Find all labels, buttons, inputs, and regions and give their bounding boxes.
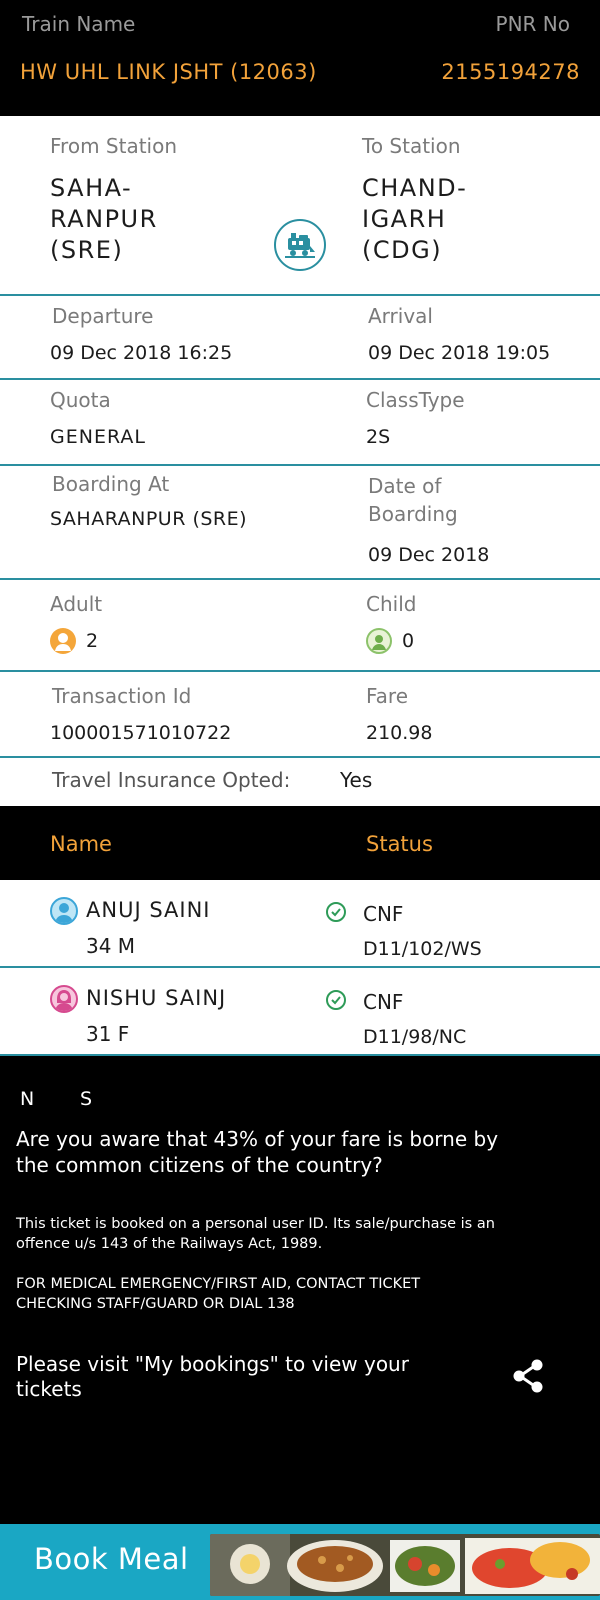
divider [0, 294, 600, 296]
adult-icon [50, 628, 76, 654]
personal-id-notice: This ticket is booked on a personal user… [16, 1214, 495, 1254]
ticket-header: Train Name PNR No HW UHL LINK JSHT (1206… [0, 0, 600, 116]
berth-info: D11/102/WS [363, 938, 482, 960]
adult-label: Adult [50, 592, 103, 616]
passenger-age-gender: 31 F [86, 1022, 130, 1046]
fare-subsidy-line: Are you aware that 43% of your fare is b… [16, 1127, 499, 1151]
personal-id-line: offence u/s 143 of the Railways Act, 198… [16, 1236, 323, 1252]
quota-label: Quota [50, 388, 111, 412]
divider [0, 966, 600, 968]
departure-value: 09 Dec 2018 16:25 [50, 342, 233, 364]
child-label: Child [366, 592, 417, 616]
booking-status: CNF [363, 990, 404, 1014]
medical-emergency-notice: FOR MEDICAL EMERGENCY/FIRST AID, CONTACT… [16, 1274, 420, 1314]
travel-insurance-label: Travel Insurance Opted: [52, 768, 291, 792]
berth-info: D11/98/NC [363, 1026, 467, 1048]
travel-insurance-value: Yes [340, 768, 373, 792]
boarding-at-value: SAHARANPUR (SRE) [50, 508, 248, 530]
departure-label: Departure [52, 304, 154, 328]
transaction-id-value: 100001571010722 [50, 722, 232, 744]
legend-s: S [80, 1088, 93, 1110]
pnr-label: PNR No [495, 12, 570, 36]
divider [0, 464, 600, 466]
personal-id-line: This ticket is booked on a personal user… [16, 1216, 495, 1232]
to-station-line: IGARH [362, 205, 447, 233]
my-bookings-line: tickets [16, 1377, 82, 1401]
from-station: SAHA- RANPUR (SRE) [50, 173, 158, 266]
fare-label: Fare [366, 684, 409, 708]
book-meal-banner[interactable]: Book Meal [0, 1524, 600, 1600]
booking-status: CNF [363, 902, 404, 926]
class-type-value: 2S [366, 426, 391, 448]
fare-value: 210.98 [366, 722, 433, 744]
from-station-label: From Station [50, 134, 178, 158]
divider [0, 756, 600, 758]
check-circle-icon [326, 902, 346, 922]
arrival-value: 09 Dec 2018 19:05 [368, 342, 551, 364]
medical-emergency-line: FOR MEDICAL EMERGENCY/FIRST AID, CONTACT… [16, 1276, 421, 1292]
child-count: 0 [402, 630, 415, 652]
arrival-label: Arrival [368, 304, 433, 328]
date-of-boarding-value: 09 Dec 2018 [368, 544, 490, 566]
train-icon [274, 219, 326, 271]
status-column-header: Status [366, 832, 433, 856]
divider [0, 1054, 600, 1056]
passenger-list: ANUJ SAINI 34 M CNF D11/102/WS NISHU SAI… [0, 880, 600, 1056]
boarding-at-label: Boarding At [52, 472, 170, 496]
my-bookings-line: Please visit "My bookings" to view your [16, 1352, 409, 1376]
name-column-header: Name [50, 832, 112, 856]
train-name: HW UHL LINK JSHT (12063) [20, 60, 317, 84]
my-bookings-hint: Please visit "My bookings" to view your … [16, 1352, 409, 1402]
divider [0, 670, 600, 672]
date-of-boarding-label: Date of Boarding [368, 472, 458, 528]
passenger-name: NISHU SAINJ [86, 986, 227, 1010]
male-avatar-icon [50, 897, 78, 925]
class-type-label: ClassType [366, 388, 465, 412]
adult-count: 2 [86, 630, 99, 652]
from-station-line: (SRE) [50, 236, 124, 264]
from-station-line: SAHA- [50, 174, 133, 202]
legend-n: N [20, 1088, 35, 1110]
share-icon[interactable] [508, 1356, 548, 1396]
pnr-number: 2155194278 [441, 60, 580, 84]
passenger-table-header: Name Status [0, 806, 600, 880]
date-of-boarding-label-line: Date of [368, 474, 442, 498]
food-image [210, 1534, 600, 1596]
divider [0, 378, 600, 380]
female-avatar-icon [50, 985, 78, 1013]
to-station-label: To Station [362, 134, 461, 158]
medical-emergency-line: CHECKING STAFF/GUARD OR DIAL 138 [16, 1296, 295, 1312]
passenger-age-gender: 34 M [86, 934, 136, 958]
child-icon [366, 628, 392, 654]
check-circle-icon [326, 990, 346, 1010]
divider [0, 578, 600, 580]
to-station-line: CHAND- [362, 174, 468, 202]
to-station: CHAND- IGARH (CDG) [362, 173, 467, 266]
from-station-line: RANPUR [50, 205, 158, 233]
passenger-name: ANUJ SAINI [86, 898, 211, 922]
to-station-line: (CDG) [362, 236, 443, 264]
quota-value: GENERAL [50, 426, 146, 448]
fare-subsidy-notice: Are you aware that 43% of your fare is b… [16, 1126, 498, 1178]
book-meal-label: Book Meal [34, 1542, 189, 1576]
transaction-id-label: Transaction Id [52, 684, 192, 708]
date-of-boarding-label-line: Boarding [368, 502, 458, 526]
train-name-label: Train Name [22, 12, 136, 36]
fare-subsidy-line: the common citizens of the country? [16, 1153, 383, 1177]
